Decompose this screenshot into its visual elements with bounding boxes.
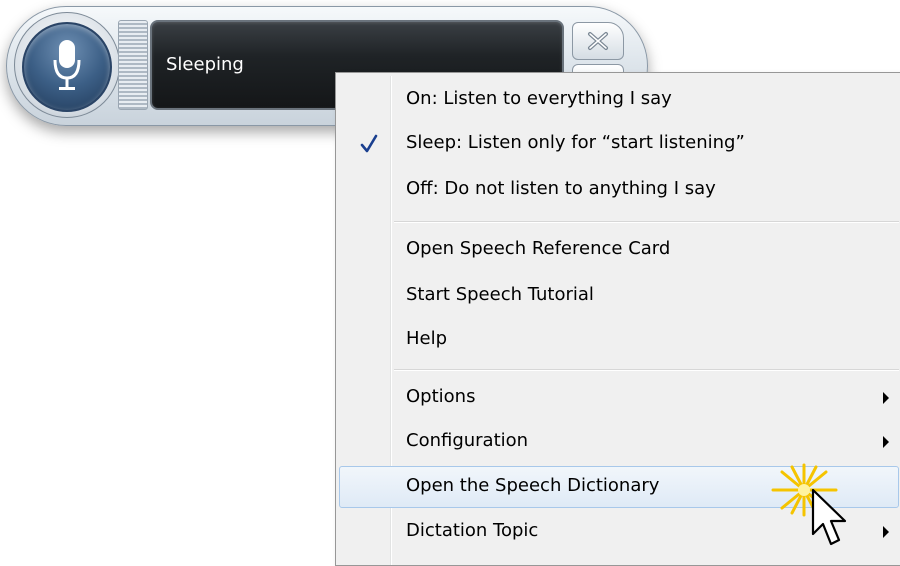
menu-item-on-listen[interactable]: On: Listen to everything I say (339, 79, 899, 121)
status-text: Sleeping (166, 54, 244, 75)
menu-item-label: Off: Do not listen to anything I say (406, 178, 716, 199)
mouse-pointer-icon (811, 488, 847, 546)
menu-item-label: Options (406, 386, 476, 407)
submenu-arrow-icon (883, 526, 889, 538)
menu-item-label: Dictation Topic (406, 520, 539, 541)
menu-item-speech-tutorial[interactable]: Start Speech Tutorial (339, 275, 899, 317)
menu-item-label: Help (406, 328, 448, 349)
menu-item-off[interactable]: Off: Do not listen to anything I say (339, 169, 899, 211)
menu-item-configuration[interactable]: Configuration (339, 421, 899, 463)
menu-separator (394, 369, 899, 371)
menu-separator (394, 221, 899, 223)
menu-item-speech-reference-card[interactable]: Open Speech Reference Card (339, 229, 899, 271)
menu-item-options[interactable]: Options (339, 377, 899, 419)
menu-item-sleep[interactable]: Sleep: Listen only for “start listening” (339, 123, 899, 165)
menu-item-label: Open Speech Reference Card (406, 238, 671, 259)
menu-item-help[interactable]: Help (339, 319, 899, 361)
menu-item-label: Open the Speech Dictionary (406, 475, 660, 496)
microphone-icon (53, 40, 81, 90)
menu-item-label: Start Speech Tutorial (406, 284, 594, 305)
bar-grip-handle[interactable] (118, 20, 148, 110)
check-icon (360, 134, 378, 153)
close-icon (588, 32, 608, 50)
submenu-arrow-icon (883, 436, 889, 448)
close-button[interactable] (572, 22, 624, 60)
microphone-button[interactable] (22, 22, 112, 112)
menu-item-label: On: Listen to everything I say (406, 88, 672, 109)
menu-item-label: Configuration (406, 430, 529, 451)
submenu-arrow-icon (883, 392, 889, 404)
menu-item-label: Sleep: Listen only for “start listening” (406, 132, 745, 153)
